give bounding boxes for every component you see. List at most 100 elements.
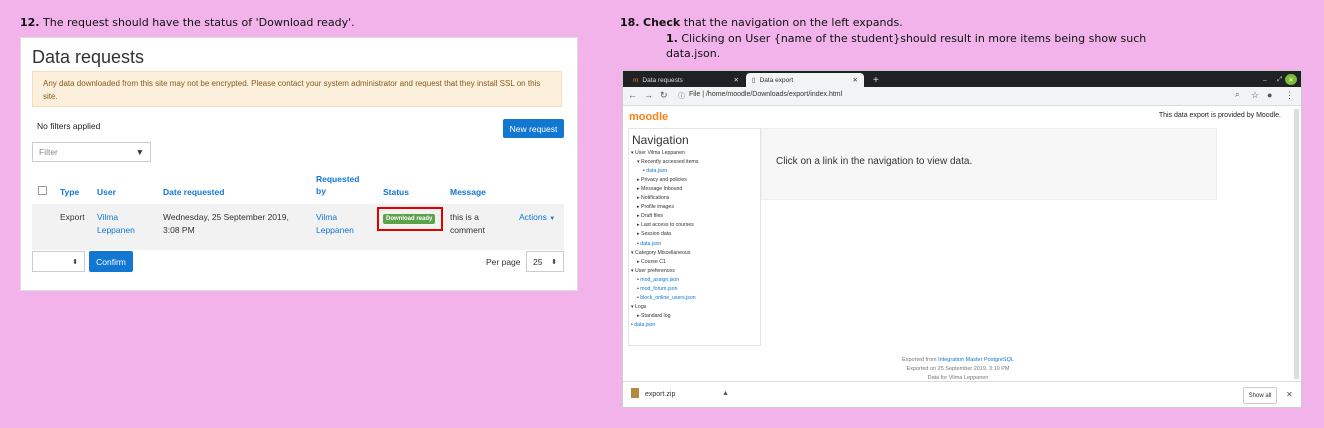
header-requested-by-line2: by	[316, 186, 326, 196]
step-18-sub-instruction-2: data.json.	[666, 47, 720, 60]
nav-item-label: mod_forum.json	[640, 285, 678, 292]
chevron-up-icon[interactable]: ▲	[722, 390, 729, 397]
new-tab-button[interactable]: +	[867, 73, 883, 87]
nav-tree-item[interactable]: ▸ Standard log	[637, 313, 670, 319]
row-requested-by-line1: Vilma	[316, 212, 338, 222]
maximize-icon[interactable]: ⤢	[1271, 73, 1283, 87]
tab-bar: m Data requests ✕ ▯ Data export ✕ + – ⤢ …	[623, 71, 1301, 87]
moodle-logo[interactable]: moodle	[629, 111, 668, 123]
tab-data-export[interactable]: ▯ Data export ✕	[746, 73, 864, 87]
confirm-button[interactable]: Confirm	[89, 251, 133, 272]
nav-file-link[interactable]: • block_online_users.json	[637, 295, 696, 301]
caret-down-icon: ▼	[549, 216, 556, 222]
header-requested-by[interactable]: Requested by	[316, 173, 359, 197]
zip-file-icon	[631, 388, 639, 398]
step-18-number: 18.	[620, 16, 640, 29]
row-requested-by-link[interactable]: Vilma Leppanen	[316, 211, 354, 237]
header-status[interactable]: Status	[383, 186, 409, 198]
status-highlight-box	[377, 207, 443, 231]
bulk-action-select[interactable]: ⬍	[32, 251, 85, 272]
nav-file-link[interactable]: • data.json	[643, 168, 667, 174]
close-icon[interactable]: ✕	[853, 76, 858, 84]
nav-item-label: Last access to courses	[641, 222, 694, 229]
chevron-down-icon: ▼	[135, 147, 144, 157]
row-user-link[interactable]: Vilma Leppanen	[97, 211, 135, 237]
row-message-line1: this is a	[450, 212, 479, 222]
zoom-icon[interactable]: ⌕	[1235, 90, 1239, 100]
row-date-line1: Wednesday, 25 September 2019,	[163, 212, 289, 222]
footer-exported-on: Exported on 25 September 2019, 3:10 PM	[906, 366, 1010, 372]
header-user[interactable]: User	[97, 186, 116, 198]
nav-item-label: Logs	[635, 303, 647, 310]
nav-tree-item[interactable]: ▾ Recently accessed items	[637, 159, 698, 165]
nav-tree-item[interactable]: ▾ User preferences	[631, 268, 675, 274]
row-actions-menu[interactable]: Actions ▼	[519, 211, 555, 226]
step-18-sub-instruction: 1. Clicking on User {name of the student…	[666, 32, 1146, 45]
nav-item-label: Privacy and policies	[641, 177, 687, 184]
nav-item-label: Notifications	[641, 195, 670, 202]
filter-placeholder: Filter	[39, 147, 58, 157]
row-message: this is a comment	[450, 211, 485, 237]
page-content: moodle This data export is provided by M…	[623, 106, 1293, 381]
per-page-value: 25	[533, 256, 543, 267]
nav-tree-item[interactable]: ▾ Category Miscellaneous	[631, 250, 690, 256]
close-icon[interactable]: ✕	[734, 76, 739, 84]
nav-tree-item[interactable]: ▸ Last access to courses	[637, 222, 694, 228]
reload-icon[interactable]: ↻	[660, 90, 668, 101]
footer-site-link[interactable]: Integration Master PostgreSQL	[938, 357, 1014, 363]
bookmark-star-icon[interactable]: ☆	[1251, 90, 1259, 101]
browser-window: m Data requests ✕ ▯ Data export ✕ + – ⤢ …	[622, 70, 1302, 408]
forward-icon[interactable]: →	[644, 90, 653, 100]
provided-by-text: This data export is provided by Moodle.	[1158, 112, 1281, 119]
row-actions-label: Actions	[519, 212, 547, 222]
nav-tree-item[interactable]: ▸ Profile images	[637, 204, 674, 210]
nav-tree-item[interactable]: ▸ Notifications	[637, 195, 669, 201]
file-icon: ▯	[752, 77, 756, 84]
nav-file-link[interactable]: • data.json	[637, 241, 661, 247]
nav-tree-item[interactable]: ▸ Privacy and policies	[637, 177, 687, 183]
row-date-line2: 3:08 PM	[163, 225, 195, 235]
vertical-scrollbar[interactable]	[1294, 109, 1299, 379]
per-page-select[interactable]: 25 ⬍	[526, 251, 564, 272]
filter-select[interactable]: Filter ▼	[32, 142, 151, 162]
info-icon[interactable]: ⓘ	[678, 91, 685, 101]
row-message-line2: comment	[450, 225, 485, 235]
window-close-icon[interactable]: ✕	[1285, 74, 1297, 85]
nav-file-link[interactable]: • data.json	[631, 322, 655, 328]
new-request-button[interactable]: New request	[503, 119, 564, 138]
url-field[interactable]: File | /home/moodle/Downloads/export/ind…	[689, 91, 842, 98]
nav-tree-item[interactable]: ▾ User Vilma Leppanen	[631, 150, 685, 156]
account-icon[interactable]: ●	[1267, 90, 1272, 100]
select-all-checkbox[interactable]	[38, 186, 47, 195]
nav-tree-item[interactable]: ▸ Draft files	[637, 213, 663, 219]
header-type[interactable]: Type	[60, 186, 79, 198]
close-download-bar-icon[interactable]: ✕	[1286, 390, 1293, 399]
download-file-name[interactable]: export.zip	[645, 391, 675, 398]
tab-data-requests[interactable]: m Data requests ✕	[627, 73, 745, 87]
step-18-sub-text: Clicking on User {name of the student}sh…	[677, 32, 1147, 45]
minimize-icon[interactable]: –	[1257, 73, 1269, 87]
ssl-warning-alert: Any data downloaded from this site may n…	[32, 71, 562, 107]
nav-tree-item[interactable]: ▾ Logs	[631, 304, 646, 310]
nav-tree-item[interactable]: ▸ Message Inbound	[637, 186, 682, 192]
navigation-title: Navigation	[632, 133, 689, 147]
nav-file-link[interactable]: • mod_assign.json	[637, 277, 679, 283]
nav-tree-item[interactable]: ▸ Course C1	[637, 259, 666, 265]
header-date-requested[interactable]: Date requested	[163, 186, 224, 198]
show-all-button[interactable]: Show all	[1243, 387, 1277, 404]
nav-item-label: Recently accessed items	[641, 159, 699, 166]
step-12-text: The request should have the status of 'D…	[39, 16, 355, 29]
header-message[interactable]: Message	[450, 186, 486, 198]
tab-data-export-label: Data export	[759, 76, 794, 84]
updown-arrows-icon: ⬍	[72, 258, 78, 266]
step-12-number: 12.	[20, 16, 40, 29]
footer-exported-from: Exported from	[902, 357, 939, 363]
nav-tree-item[interactable]: ▸ Session data	[637, 231, 671, 237]
step-18-instruction: 18. Check that the navigation on the lef…	[620, 16, 903, 29]
tab-data-requests-label: Data requests	[642, 76, 683, 84]
nav-item-label: data.json	[634, 321, 656, 328]
row-user-line2: Leppanen	[97, 225, 135, 235]
nav-file-link[interactable]: • mod_forum.json	[637, 286, 677, 292]
back-icon[interactable]: ←	[628, 90, 637, 100]
menu-dots-icon[interactable]: ⋮	[1285, 90, 1294, 101]
